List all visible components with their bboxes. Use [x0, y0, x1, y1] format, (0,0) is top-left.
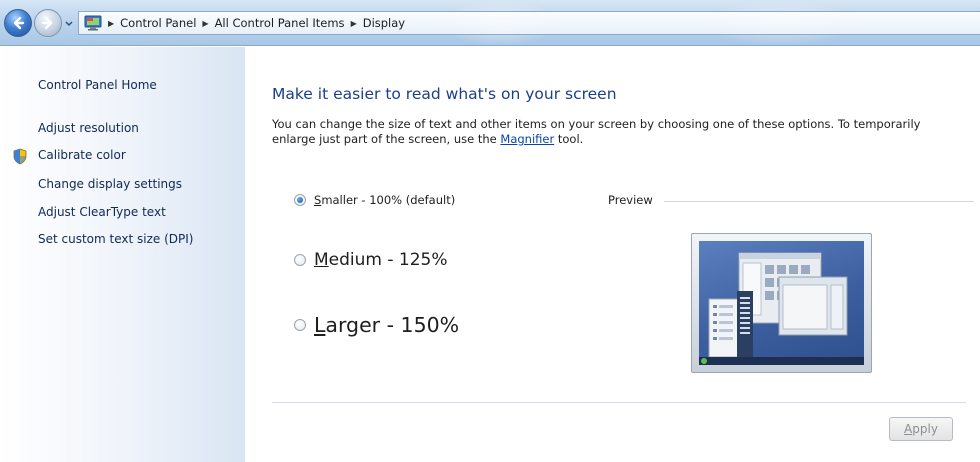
control-panel-home-link[interactable]: Control Panel Home	[38, 78, 157, 92]
preview-screen	[699, 241, 864, 365]
option-smaller[interactable]: Smaller - 100% (default)	[294, 193, 455, 207]
back-button[interactable]	[4, 9, 32, 37]
option-medium-label[interactable]: Medium - 125%	[314, 250, 448, 270]
radio-medium[interactable]	[294, 254, 306, 266]
radio-larger[interactable]	[294, 319, 306, 331]
uac-shield-icon	[13, 148, 27, 165]
preview-monitor-image	[691, 233, 872, 373]
breadcrumb-all-items[interactable]: All Control Panel Items	[215, 16, 345, 30]
address-toolbar: ▶ Control Panel ▶ All Control Panel Item…	[0, 0, 980, 46]
page-title: Make it easier to read what's on your sc…	[272, 85, 617, 103]
apply-access-key: A	[904, 422, 913, 436]
sidebar-item-adjust-resolution[interactable]: Adjust resolution	[38, 121, 139, 135]
preview-desktop-illustration	[699, 252, 864, 365]
forward-button[interactable]	[34, 9, 62, 37]
sidebar-item-custom-dpi[interactable]: Set custom text size (DPI)	[38, 232, 193, 246]
sidebar-item-adjust-cleartype[interactable]: Adjust ClearType text	[38, 205, 166, 219]
page-description: You can change the size of text and othe…	[272, 117, 962, 147]
apply-button[interactable]: Apply	[889, 417, 953, 441]
breadcrumb-display[interactable]: Display	[363, 16, 405, 30]
back-arrow-icon	[13, 16, 25, 30]
address-bar[interactable]: ▶ Control Panel ▶ All Control Panel Item…	[78, 11, 980, 35]
recent-pages-dropdown-icon[interactable]	[64, 19, 74, 29]
apply-label: pply	[912, 422, 938, 436]
preview-divider	[664, 201, 974, 202]
option-larger[interactable]: Larger - 150%	[294, 313, 459, 337]
option-smaller-label[interactable]: Smaller - 100% (default)	[314, 193, 455, 207]
magnifier-link[interactable]: Magnifier	[500, 132, 554, 146]
option-larger-label[interactable]: Larger - 150%	[314, 313, 459, 337]
forward-arrow-icon	[41, 16, 53, 30]
main-content: Make it easier to read what's on your sc…	[246, 47, 980, 462]
breadcrumb-separator-icon: ▶	[202, 18, 209, 28]
preview-label: Preview	[608, 193, 653, 207]
control-panel-icon	[84, 15, 102, 31]
left-navigation-pane: Control Panel Home Adjust resolution Cal…	[0, 47, 245, 462]
breadcrumb-separator-icon: ▶	[108, 18, 115, 28]
breadcrumb-control-panel[interactable]: Control Panel	[120, 16, 196, 30]
radio-smaller[interactable]	[294, 194, 306, 206]
sidebar-item-change-display-settings[interactable]: Change display settings	[38, 177, 182, 191]
sidebar-item-calibrate-color[interactable]: Calibrate color	[38, 148, 126, 162]
description-text: You can change the size of text and othe…	[272, 117, 921, 146]
breadcrumb-separator-icon: ▶	[350, 18, 357, 28]
description-text-end: tool.	[554, 132, 584, 146]
bottom-divider	[272, 402, 966, 403]
option-medium[interactable]: Medium - 125%	[294, 250, 448, 270]
